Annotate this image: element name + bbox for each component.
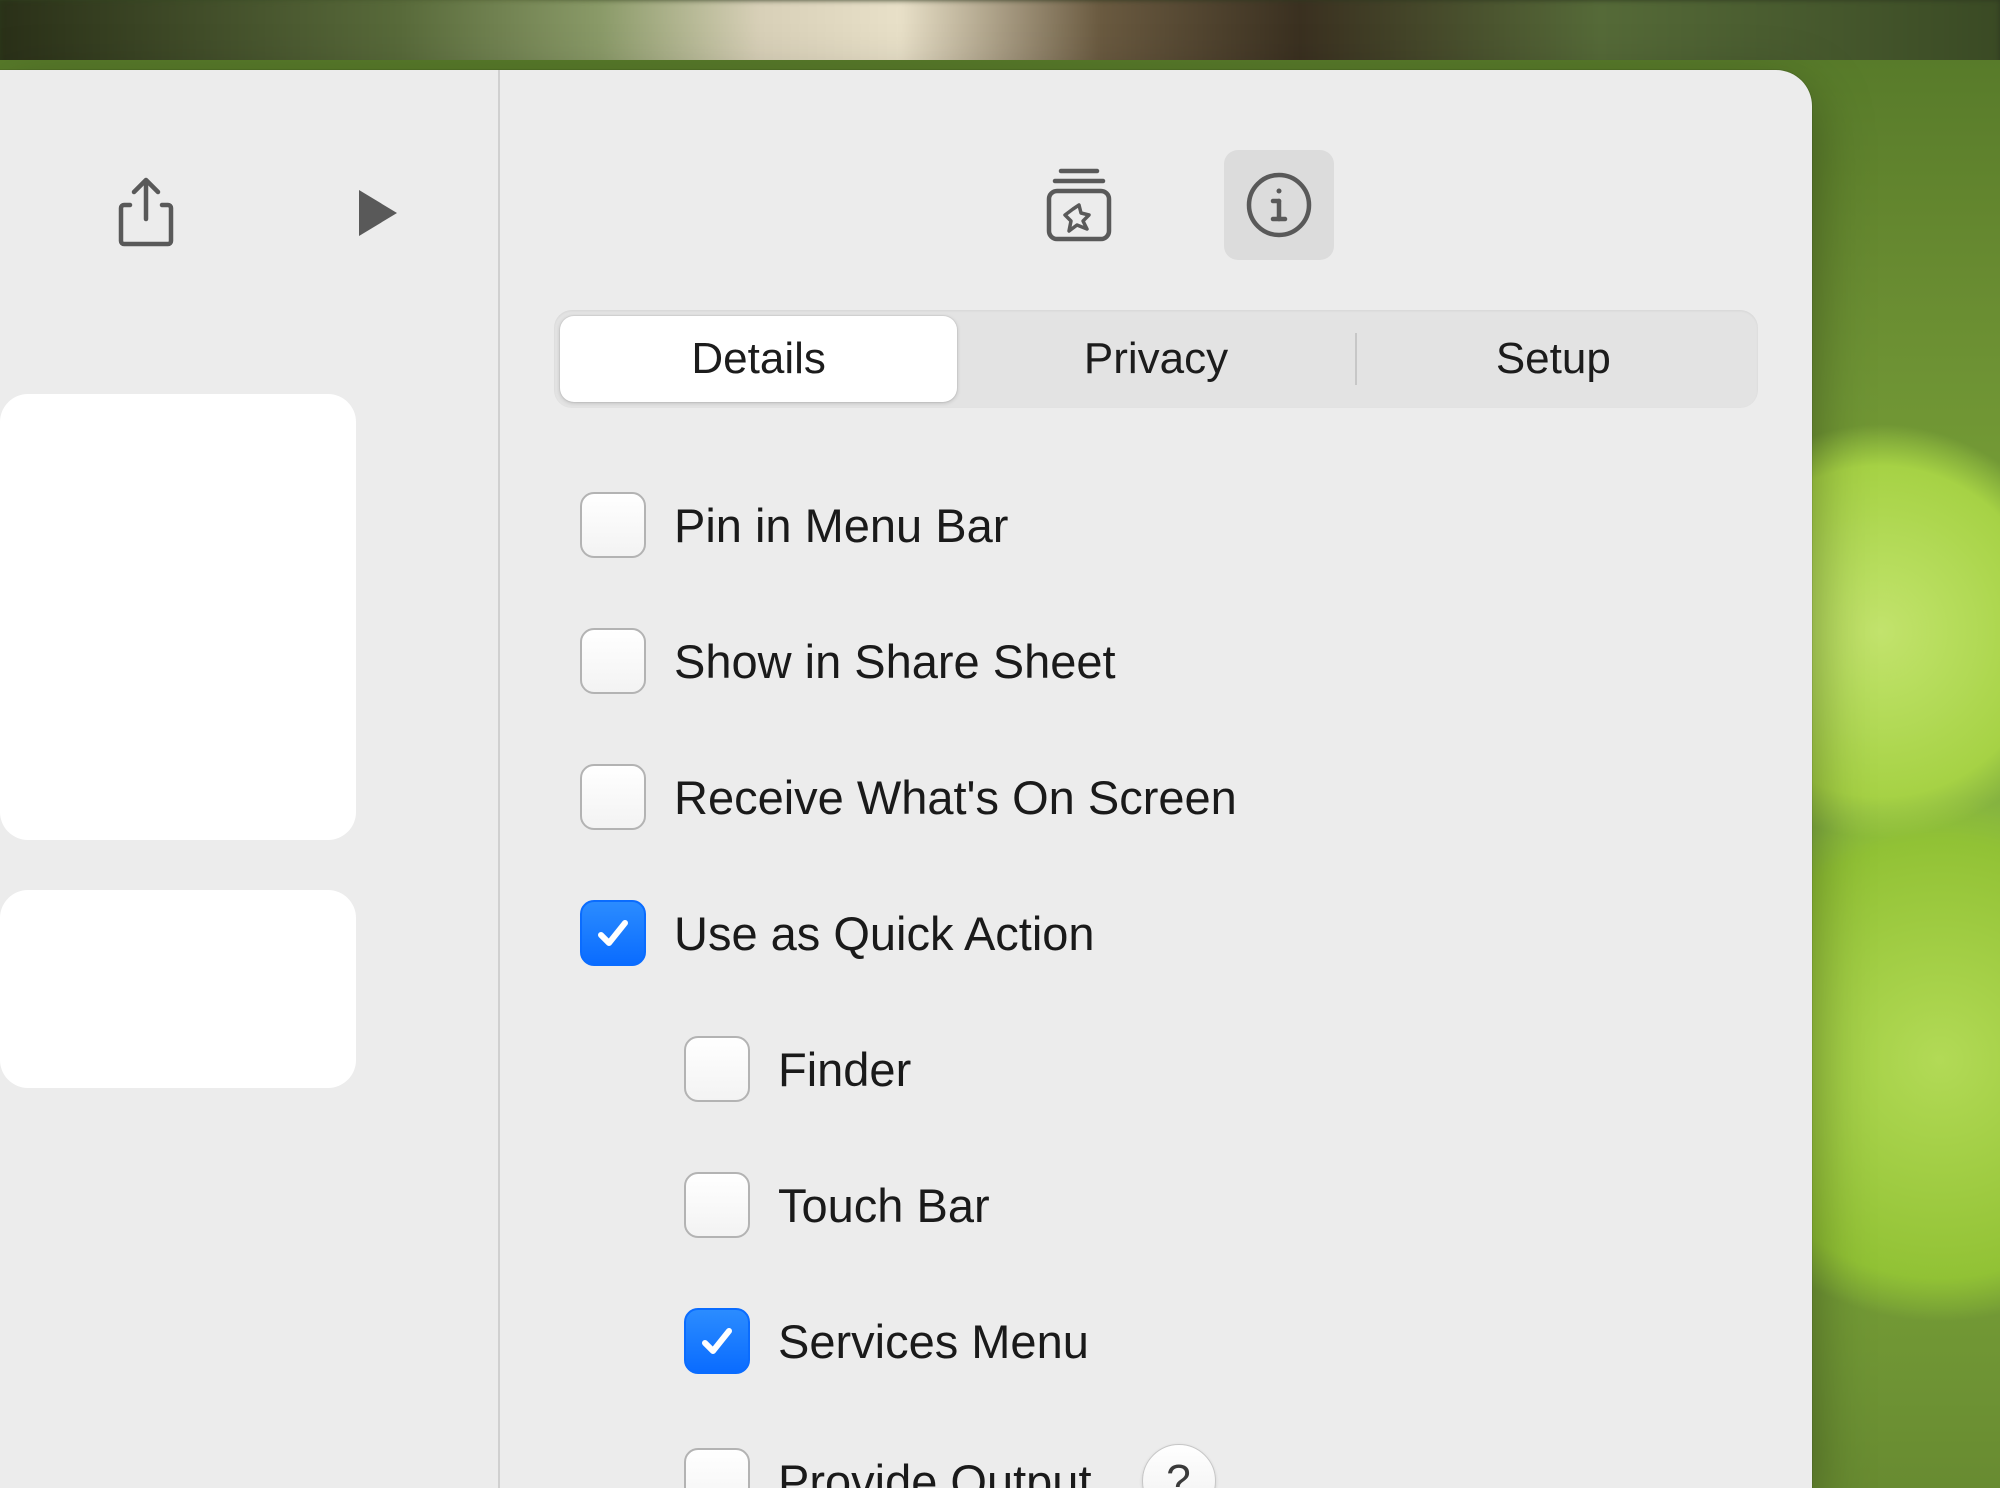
option-label: Pin in Menu Bar xyxy=(674,498,1008,553)
checkbox-provide-output[interactable] xyxy=(684,1448,750,1488)
info-button[interactable] xyxy=(1224,150,1334,260)
option-label: Finder xyxy=(778,1042,911,1097)
option-pin-menu-bar: Pin in Menu Bar xyxy=(580,492,1758,558)
option-receive-whats-on-screen: Receive What's On Screen xyxy=(580,764,1758,830)
checkbox-pin-menu-bar[interactable] xyxy=(580,492,646,558)
right-panel: Details Privacy Setup Pin in Menu Bar Sh… xyxy=(500,70,1812,1488)
option-show-share-sheet: Show in Share Sheet xyxy=(580,628,1758,694)
card-item[interactable] xyxy=(0,890,356,1088)
tab-setup[interactable]: Setup xyxy=(1355,316,1752,402)
left-panel xyxy=(0,70,500,1488)
option-label: Receive What's On Screen xyxy=(674,770,1237,825)
option-label: Provide Output xyxy=(778,1454,1092,1488)
segmented-control: Details Privacy Setup xyxy=(554,310,1758,408)
checkbox-receive-screen[interactable] xyxy=(580,764,646,830)
checkbox-services-menu[interactable] xyxy=(684,1308,750,1374)
option-services-menu: Services Menu xyxy=(580,1308,1758,1374)
tab-privacy[interactable]: Privacy xyxy=(957,316,1354,402)
option-label: Show in Share Sheet xyxy=(674,634,1116,689)
toolbar-right xyxy=(554,110,1758,300)
option-label: Use as Quick Action xyxy=(674,906,1095,961)
help-button[interactable]: ? xyxy=(1142,1444,1216,1488)
left-cards xyxy=(0,394,498,1088)
checkbox-finder[interactable] xyxy=(684,1036,750,1102)
option-label: Touch Bar xyxy=(778,1178,990,1233)
option-provide-output: Provide Output ? xyxy=(580,1444,1758,1488)
checkbox-quick-action[interactable] xyxy=(580,900,646,966)
checkbox-touch-bar[interactable] xyxy=(684,1172,750,1238)
share-button[interactable] xyxy=(110,177,182,249)
play-button[interactable] xyxy=(342,177,414,249)
option-use-as-quick-action: Use as Quick Action xyxy=(580,900,1758,966)
options-list: Pin in Menu Bar Show in Share Sheet Rece… xyxy=(554,492,1758,1488)
checkbox-show-share-sheet[interactable] xyxy=(580,628,646,694)
tab-details[interactable]: Details xyxy=(560,316,957,402)
option-touch-bar: Touch Bar xyxy=(580,1172,1758,1238)
option-label: Services Menu xyxy=(778,1314,1089,1369)
toolbar-left xyxy=(0,118,498,308)
option-finder: Finder xyxy=(580,1036,1758,1102)
card-item[interactable] xyxy=(0,394,356,840)
app-window: Details Privacy Setup Pin in Menu Bar Sh… xyxy=(0,70,1812,1488)
library-icon[interactable] xyxy=(1024,150,1134,260)
